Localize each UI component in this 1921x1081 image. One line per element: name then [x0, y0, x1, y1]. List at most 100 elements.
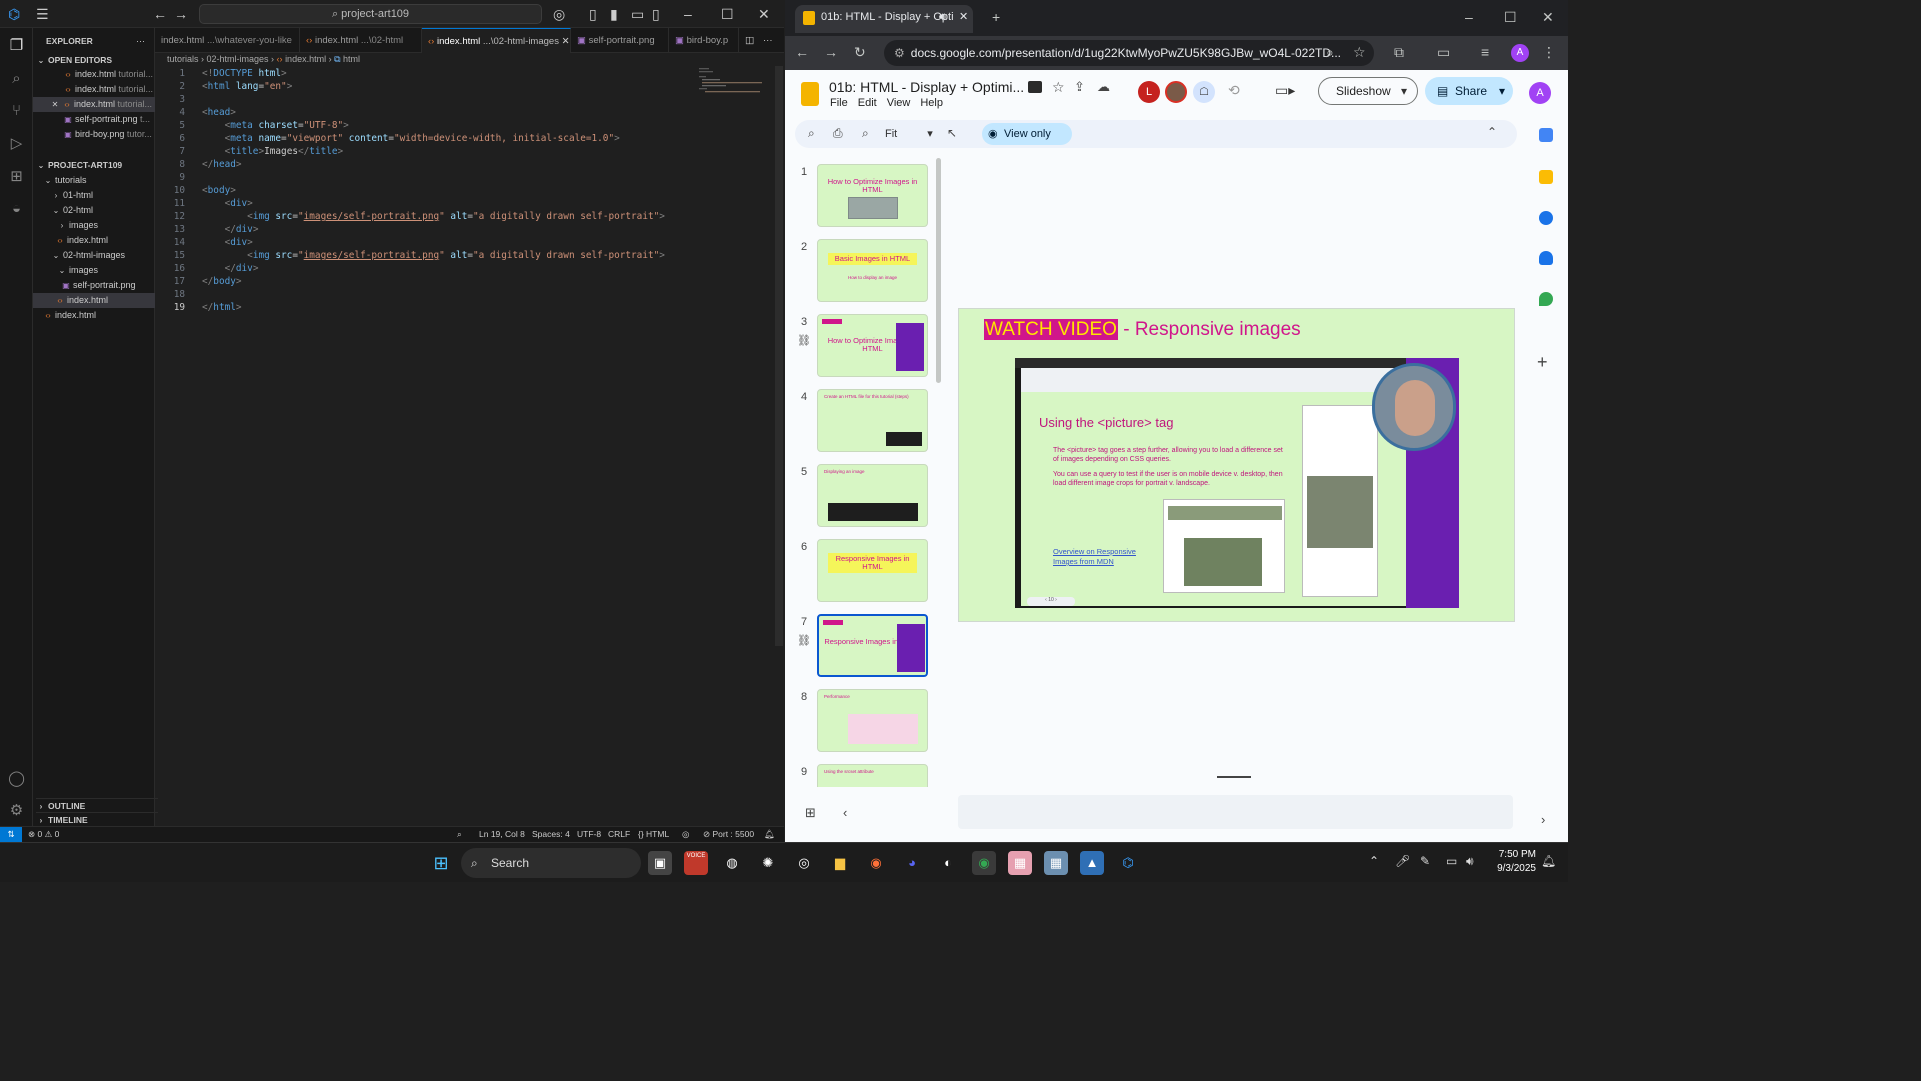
live-server-port[interactable]: ⊘ Port : 5500: [703, 827, 754, 842]
contacts-icon[interactable]: [1539, 251, 1553, 265]
search-icon[interactable]: ⌕: [6, 68, 27, 89]
python-icon[interactable]: ◒: [6, 198, 27, 219]
chrome-icon[interactable]: ◉: [972, 851, 996, 875]
present-icon[interactable]: ☖: [1193, 81, 1215, 103]
maximize-icon[interactable]: ☐: [721, 6, 734, 22]
tasks-icon[interactable]: [1539, 211, 1553, 225]
slide-thumbnail-row[interactable]: 4 Create an HTML file for this tutorial (…: [795, 389, 940, 455]
line-ending[interactable]: CRLF: [608, 827, 630, 842]
cursor-position[interactable]: Ln 19, Col 8: [479, 827, 525, 842]
more-menu-icon[interactable]: ⋮: [1542, 44, 1556, 60]
steam-icon[interactable]: ◐: [936, 851, 960, 875]
expand-side-panel-icon[interactable]: ›: [1541, 812, 1545, 827]
volume-icon[interactable]: 🔊︎: [1466, 854, 1474, 869]
add-addon-icon[interactable]: +: [1537, 352, 1548, 373]
calendar-icon[interactable]: [1539, 128, 1553, 142]
slide-thumbnail[interactable]: Responsive Images in HTML: [817, 614, 928, 677]
code-line[interactable]: <img src="images/self-portrait.png" alt=…: [202, 210, 665, 223]
code-line[interactable]: <html lang="en">: [202, 80, 292, 93]
slide-thumbnail-row[interactable]: 5 Displaying an image: [795, 464, 940, 530]
project-section[interactable]: ⌄ PROJECT-ART109: [36, 158, 158, 173]
menu-file[interactable]: File: [830, 97, 848, 109]
tree-folder[interactable]: ⌄ tutorials: [43, 173, 165, 188]
firefox-icon[interactable]: ◉: [864, 851, 888, 875]
slide-thumbnail[interactable]: Basic Images in HTML How to display an im…: [817, 239, 928, 302]
collaborator-avatar[interactable]: L: [1138, 81, 1160, 103]
menu-edit[interactable]: Edit: [858, 97, 877, 109]
share-button[interactable]: ▤ Share ▾: [1425, 77, 1513, 105]
layout-right-icon[interactable]: ▯: [652, 6, 660, 22]
notifications-bell-icon[interactable]: 🔔︎: [764, 827, 775, 842]
slide-thumbnail-row[interactable]: 9 Using the srcset attribute: [795, 764, 940, 787]
browser-tab-active[interactable]: 01b: HTML - Display + Opti 🔊︎ ✕: [795, 5, 973, 33]
breadcrumb-item[interactable]: html: [343, 54, 360, 64]
slideshow-button[interactable]: Slideshow ▾: [1318, 77, 1418, 105]
code-line[interactable]: <body>: [202, 184, 236, 197]
meet-icon[interactable]: ▭▸: [1275, 82, 1295, 99]
obs-icon[interactable]: ◍: [720, 851, 744, 875]
copilot-status-icon[interactable]: ◎: [682, 827, 689, 842]
close-tab-icon[interactable]: ✕: [959, 5, 968, 29]
slide-thumbnail[interactable]: Responsive Images in HTML: [817, 539, 928, 602]
chatgpt-icon[interactable]: ✺: [756, 851, 780, 875]
slide-thumbnail-row[interactable]: 6 Responsive Images in HTML: [795, 539, 940, 605]
forward-arrow-icon[interactable]: →: [174, 6, 188, 22]
indentation[interactable]: Spaces: 4: [532, 827, 570, 842]
vscode-icon[interactable]: ⌬: [1116, 851, 1140, 875]
slide-thumbnail-row[interactable]: 1 How to Optimize Images in HTML: [795, 164, 940, 230]
select-cursor-icon[interactable]: ↖: [947, 126, 957, 140]
run-debug-icon[interactable]: ▷: [6, 133, 27, 154]
notes-resize-handle[interactable]: [1217, 776, 1251, 778]
more-actions-icon[interactable]: ···: [761, 28, 781, 53]
command-center-search[interactable]: ⌕ project-art109: [199, 4, 542, 24]
code-line[interactable]: <!DOCTYPE html>: [202, 67, 287, 80]
chevron-down-icon[interactable]: ▾: [1499, 77, 1505, 105]
toggle-sidebar-icon[interactable]: ▯: [589, 6, 597, 22]
zoom-icon[interactable]: ⌕: [1326, 44, 1334, 60]
cloud-status-icon[interactable]: ☁: [1097, 79, 1110, 95]
slide-thumbnail[interactable]: Performance: [817, 689, 928, 752]
slide-thumbnail-row[interactable]: 7 Responsive Images in HTML ⛓: [795, 614, 940, 680]
bookmark-star-icon[interactable]: ☆: [1353, 44, 1366, 60]
code-line[interactable]: <head>: [202, 106, 236, 119]
editor-tab[interactable]: ▣ self-portrait.png: [571, 28, 669, 53]
filmstrip-scrollbar[interactable]: [936, 158, 941, 383]
explorer-icon[interactable]: ❐: [6, 35, 27, 56]
back-arrow-icon[interactable]: ←: [153, 6, 167, 22]
app-icon[interactable]: ▦: [1044, 851, 1068, 875]
collapse-toolbar-icon[interactable]: ⌃: [1487, 125, 1497, 139]
breadcrumb-item[interactable]: 02-html-images: [207, 54, 269, 64]
minimize-icon[interactable]: –: [684, 6, 692, 22]
maps-icon[interactable]: [1539, 292, 1553, 306]
windows-start-icon[interactable]: ⊞: [429, 851, 453, 875]
timeline-section[interactable]: › TIMELINE: [36, 812, 158, 827]
back-arrow-icon[interactable]: ←: [795, 44, 809, 60]
chevron-down-icon[interactable]: ▾: [1401, 78, 1407, 104]
slide-thumbnail[interactable]: Create an HTML file for this tutorial (s…: [817, 389, 928, 452]
code-line[interactable]: <meta name="viewport" content="width=dev…: [202, 132, 620, 145]
breadcrumb-item[interactable]: tutorials: [167, 54, 199, 64]
document-title[interactable]: 01b: HTML - Display + Optimi...: [829, 79, 1024, 95]
audio-playing-icon[interactable]: 🔊︎: [939, 5, 946, 29]
outline-section[interactable]: › OUTLINE: [36, 798, 158, 813]
keep-icon[interactable]: [1539, 170, 1553, 184]
profile-avatar[interactable]: A: [1511, 44, 1529, 62]
close-window-icon[interactable]: ✕: [1542, 9, 1554, 25]
cast-icon[interactable]: ▭: [1437, 44, 1450, 60]
code-line[interactable]: </head>: [202, 158, 242, 171]
account-avatar[interactable]: A: [1529, 82, 1551, 104]
open-editors-section[interactable]: ⌄ OPEN EDITORS: [36, 53, 158, 68]
microphone-icon[interactable]: 🎤︎: [1395, 854, 1410, 868]
code-line[interactable]: <div>: [202, 236, 253, 249]
clock[interactable]: 7:50 PM 9/3/2025: [1490, 848, 1536, 876]
menu-icon[interactable]: ☰: [36, 6, 49, 22]
menu-help[interactable]: Help: [920, 97, 943, 109]
toggle-panel-icon[interactable]: ▭: [631, 6, 644, 22]
code-line[interactable]: <img src="images/self-portrait.png" alt=…: [202, 249, 665, 262]
open-editor-item-active[interactable]: ✕ ‹› index.html tutorial...: [33, 97, 155, 112]
editor-tab[interactable]: ▣ bird-boy.p: [669, 28, 739, 53]
voicemeeter-icon[interactable]: VOICE: [684, 851, 708, 875]
extensions-icon[interactable]: ⊞: [6, 166, 27, 187]
source-control-icon[interactable]: ⑂: [6, 100, 27, 121]
grid-view-icon[interactable]: ⊞: [805, 805, 816, 821]
